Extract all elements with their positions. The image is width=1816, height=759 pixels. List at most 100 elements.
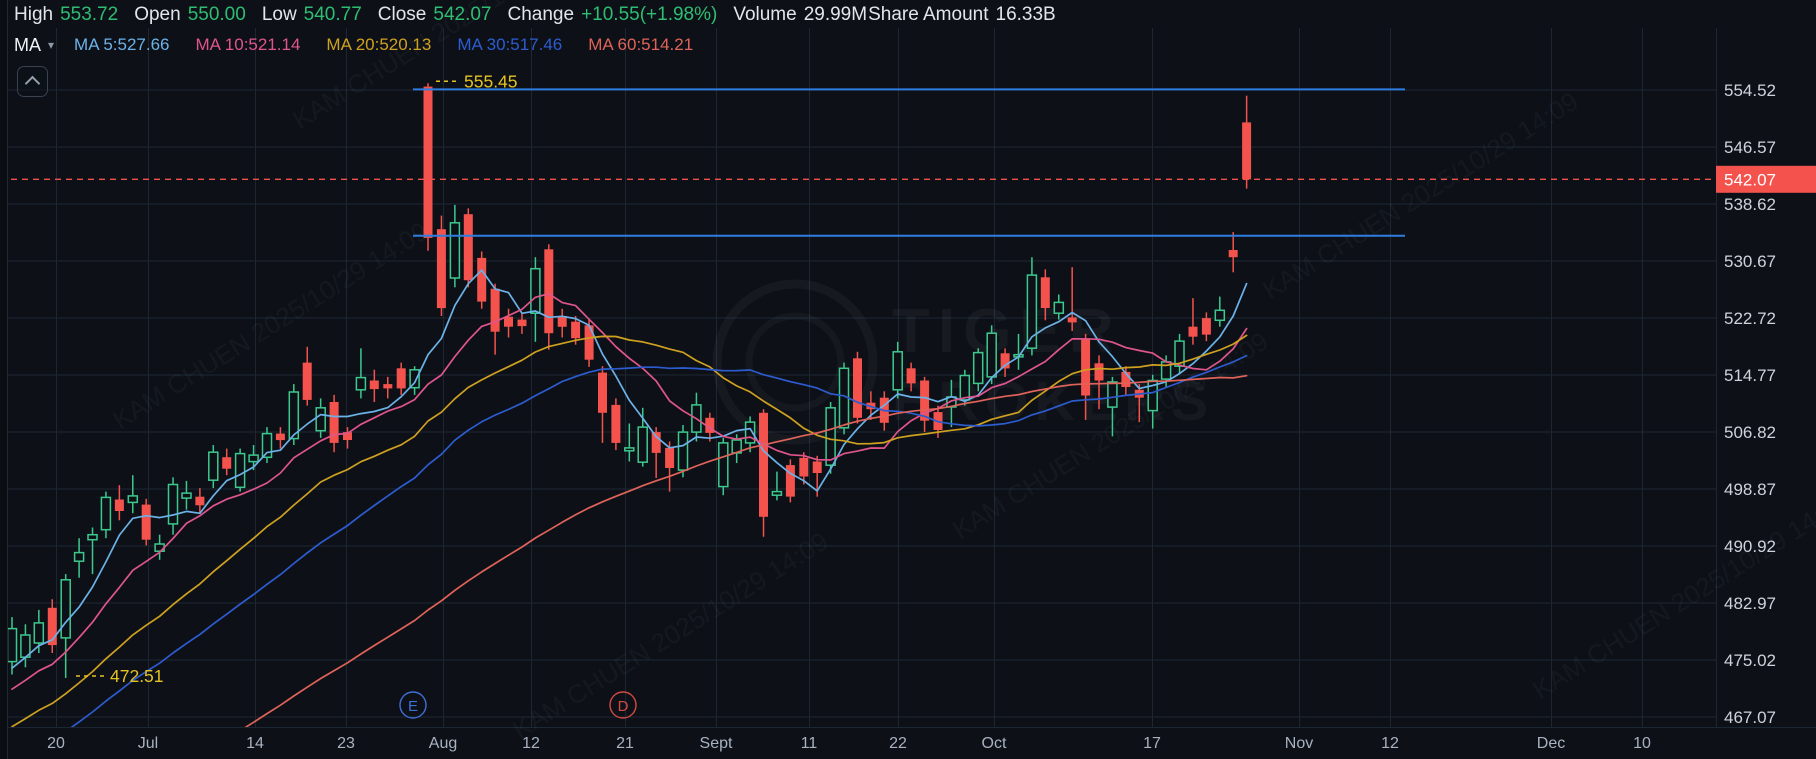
candle-body [1040,277,1050,309]
change-value: +10.55(+1.98%) [581,3,718,25]
candle [718,437,729,496]
time-axis-label: Sept [700,735,733,752]
ma20-legend: MA 20:520.13 [326,35,432,54]
candle-body [1067,317,1077,323]
candle-body [718,442,729,488]
candle-body [181,492,192,499]
candle-body [167,483,179,525]
candle [436,215,446,316]
time-axis[interactable]: 20 Jul 14 23 Aug 12 21 Sept 11 22 Oct 17 Nov 12 Dec 10 [47,735,1651,752]
candle-body [677,431,689,471]
candle-body [651,432,661,453]
candle [651,427,661,478]
candle-body [892,351,903,391]
price-axis-label: 498.87 [1724,480,1776,499]
candle-body [195,496,205,506]
ma-selector[interactable]: MA ▾ [14,35,54,56]
open-value: 550.00 [187,3,246,25]
earnings-marker[interactable]: E [399,691,427,719]
high-value: 553.72 [60,3,119,25]
candle-body [571,321,581,339]
change-label: Change [507,3,575,25]
time-axis-label: Oct [982,735,1007,752]
candle [222,448,232,476]
open-label: Open [134,3,181,25]
candle-body [906,368,916,384]
collapse-chart-button[interactable] [17,66,48,97]
ma5-legend: MA 5:527.66 [74,35,170,54]
panel-left-divider [0,0,8,759]
candle [637,407,648,467]
time-axis-label: 22 [889,735,907,752]
time-axis-label: 21 [616,735,634,752]
candle [423,83,433,251]
time-axis-label: Jul [138,735,158,752]
candle [355,348,367,399]
candle [100,491,112,539]
candle-body [972,351,984,385]
tiger-logo-inner-watermark [749,316,841,408]
price-axis-label: 522.72 [1724,309,1776,328]
candle-body [1201,318,1211,335]
close-label: Close [377,3,427,25]
price-axis[interactable]: 554.52 546.57 538.62 530.67 522.72 514.77 506.… [1716,81,1816,727]
candle-body [812,461,822,473]
ohlc-info-bar: High 553.72 Open 550.00 Low 540.77 Close… [14,0,1072,29]
candle [1188,298,1198,345]
candle [181,480,192,510]
candle [1242,95,1252,189]
time-axis-label: 17 [1143,735,1161,752]
candle [329,394,339,453]
price-axis-label: 467.07 [1724,708,1776,727]
tiger-logo-watermark [712,279,878,445]
candle [1228,232,1238,273]
candle [611,398,621,451]
candle [771,471,783,501]
candle [73,538,85,578]
candle-body [490,288,500,332]
candle-body [598,372,607,413]
candle-body [436,229,446,309]
candle-body [477,257,487,302]
candle [87,527,98,575]
candle [624,423,635,462]
candle [47,599,57,653]
trading-chart-panel: High 553.72 Open 550.00 Low 540.77 Close… [0,0,1816,759]
candle-body [315,407,326,432]
dividend-marker[interactable]: D [609,691,637,719]
candle-body [100,496,112,531]
candle-body [141,504,151,540]
candle [517,312,527,334]
candle-body [611,404,621,443]
price-axis-label: 554.52 [1724,81,1776,100]
candle-body [234,452,246,489]
low-label: Low [261,3,297,25]
time-axis-label: 23 [337,735,355,752]
candle [141,498,151,546]
candle-body [986,332,997,378]
price-marker-label: 472.51 [110,666,164,686]
candle [557,308,567,338]
candle-body [544,249,554,334]
time-axis-label: 11 [801,735,818,752]
candle [853,351,862,424]
ma60-legend: MA 60:514.21 [588,35,694,54]
candle-body [208,451,219,481]
candle-body [302,362,312,400]
price-axis-label: 506.82 [1724,423,1776,442]
price-marker-label: 555.45 [464,71,518,91]
candle-body [275,433,285,441]
candle-body [33,622,45,644]
candle-body [1188,326,1198,337]
candle [396,362,406,395]
candle [449,204,461,288]
event-marker-letter: E [408,698,418,715]
candle-body [114,499,124,511]
candle-body [1107,381,1118,408]
chevron-down-icon[interactable]: ▾ [48,38,54,52]
time-axis-label: 20 [47,735,65,752]
chart-canvas[interactable]: TIGERBROKERSKAM CHUEN 2025/10/29 14:09KA… [0,0,1816,759]
time-axis-label: 10 [1633,735,1651,752]
candle [665,441,675,492]
price-axis-label: 546.57 [1724,138,1776,157]
